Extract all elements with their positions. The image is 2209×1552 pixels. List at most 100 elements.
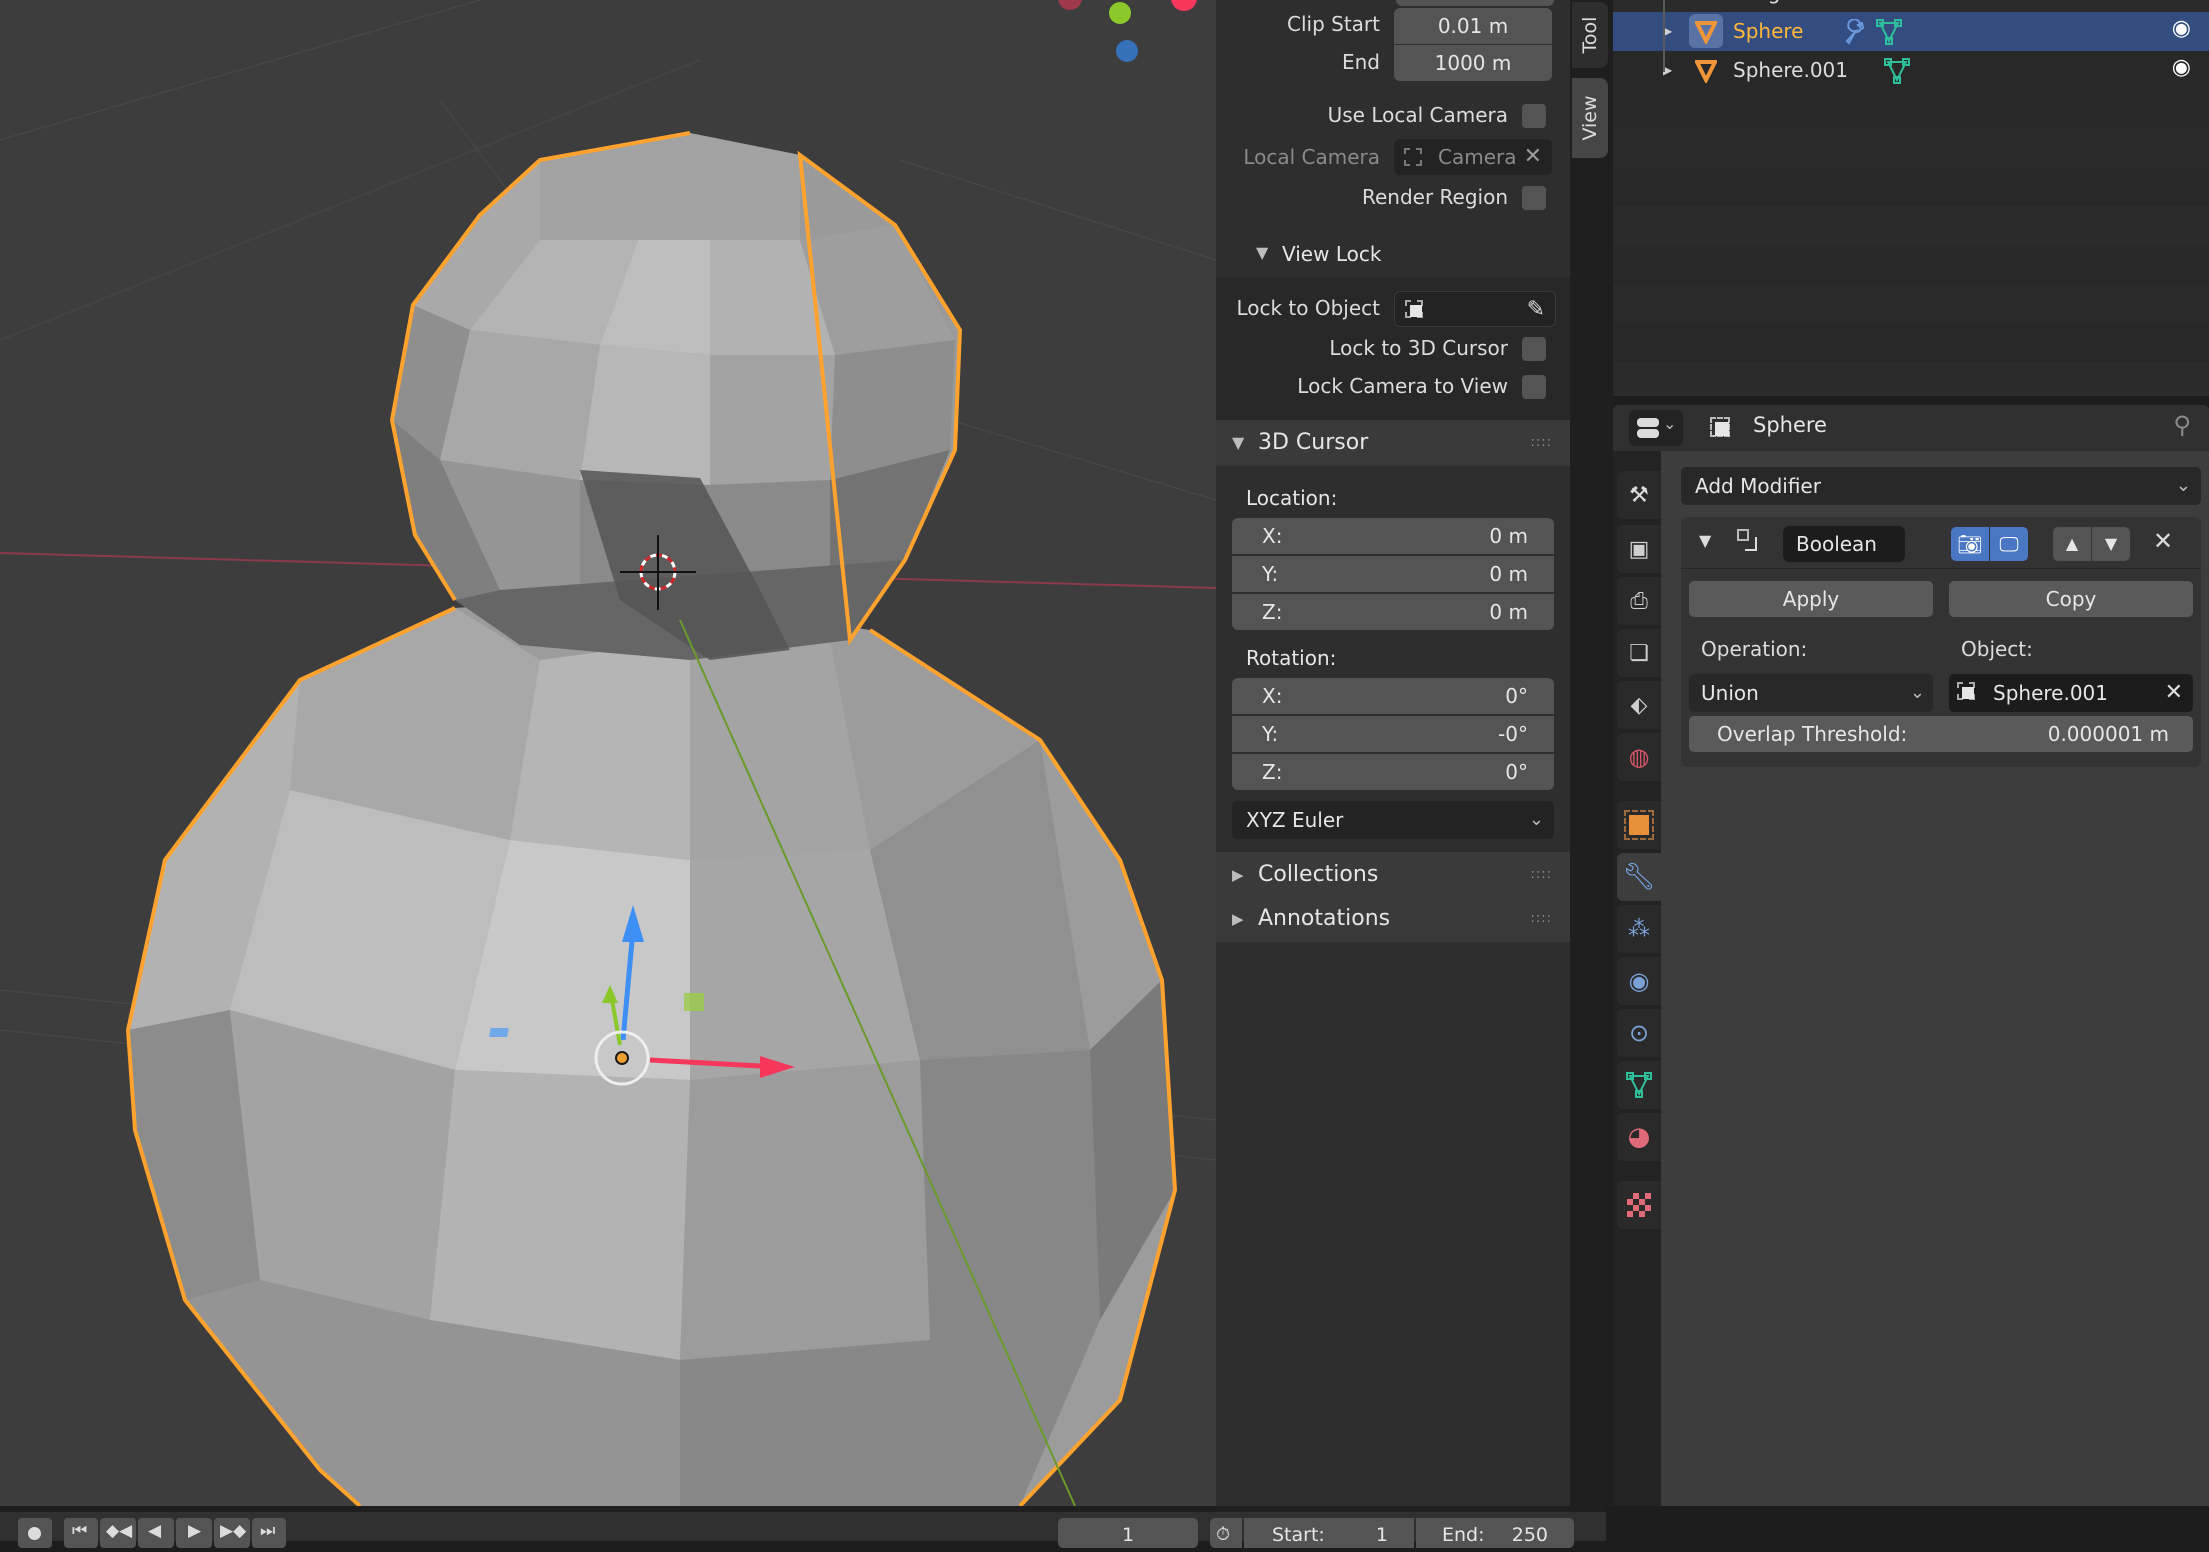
tab-material[interactable]: ◕	[1617, 1113, 1661, 1161]
collapse-triangle-icon[interactable]: ▼	[1699, 531, 1711, 550]
cursor-rotation-x[interactable]: X: 0°	[1232, 678, 1554, 714]
eyedropper-icon[interactable]: ✎	[1527, 292, 1545, 328]
render-region-checkbox[interactable]	[1522, 186, 1546, 210]
tab-world[interactable]: ◍	[1617, 733, 1661, 781]
modifier-name-field[interactable]: Boolean	[1783, 526, 1905, 562]
body-mesh[interactable]	[125, 595, 1178, 1506]
show-in-render-toggle[interactable]: 📷︎	[1951, 527, 1989, 561]
object-field[interactable]: Sphere.001 ✕	[1949, 674, 2193, 712]
overlap-threshold-value: 0.000001 m	[2047, 722, 2169, 746]
local-camera-field[interactable]: Camera ✕	[1394, 139, 1552, 175]
annotations-panel-header[interactable]: ▶ Annotations ::::	[1216, 896, 1570, 942]
copy-button[interactable]: Copy	[1949, 581, 2193, 617]
show-in-viewport-toggle[interactable]: 🖵︎	[1990, 527, 2028, 561]
lock-to-object-field[interactable]: ✎	[1394, 291, 1556, 327]
use-preview-range-toggle[interactable]: ⏱	[1210, 1518, 1242, 1548]
operation-dropdown[interactable]: Union ⌄	[1689, 674, 1933, 712]
tab-physics[interactable]: ◉	[1617, 957, 1661, 1005]
local-camera-value: Camera	[1438, 145, 1517, 169]
cursor-rotation-y[interactable]: Y: -0°	[1232, 716, 1554, 752]
material-icon: ◕	[1627, 1122, 1651, 1152]
jump-to-start-button[interactable]: ⏮	[64, 1518, 98, 1548]
cursor-location-y[interactable]: Y: 0 m	[1232, 556, 1554, 592]
clip-start-field[interactable]: 0.01 m	[1394, 8, 1552, 44]
cursor-location-x[interactable]: X: 0 m	[1232, 518, 1554, 554]
render-region-label: Render Region	[1361, 185, 1508, 209]
overlap-threshold-field[interactable]: Overlap Threshold: 0.000001 m	[1689, 716, 2193, 752]
clip-end-field[interactable]: 1000 m	[1394, 45, 1552, 81]
gizmo-plane-xz[interactable]	[684, 993, 704, 1011]
outliner: Light ▶ Sphere ◉ ▶ Sphere.001 ◉	[1613, 0, 2209, 396]
lock-to-object-label: Lock to Object	[1236, 296, 1380, 320]
drag-grip-icon[interactable]: ::::	[1530, 852, 1552, 898]
move-down-button[interactable]: ▼	[2092, 527, 2130, 561]
drag-grip-icon[interactable]: ::::	[1530, 896, 1552, 942]
add-modifier-dropdown[interactable]: Add Modifier ⌄	[1681, 467, 2201, 505]
clear-icon[interactable]: ✕	[1524, 139, 1542, 175]
tab-object[interactable]	[1617, 801, 1661, 849]
eye-visibility-icon[interactable]: ◉	[2172, 16, 2191, 41]
cursor-rotation-z[interactable]: Z: 0°	[1232, 754, 1554, 790]
tab-particles[interactable]: ⁂	[1617, 905, 1661, 953]
rotation-mode-dropdown[interactable]: XYZ Euler ⌄	[1232, 801, 1554, 839]
tab-modifiers[interactable]: 🔧︎	[1617, 853, 1661, 901]
physics-icon: ◉	[1628, 967, 1650, 995]
boolean-modifier-panel: ▼ Boolean 📷︎ 🖵︎ ▲ ▼ ✕ Apply Copy Operati…	[1681, 517, 2201, 767]
tab-tool-settings[interactable]: ⚒	[1617, 471, 1661, 519]
current-frame-field[interactable]: 1	[1058, 1518, 1198, 1548]
tab-constraints[interactable]: ⊙	[1617, 1009, 1661, 1057]
tab-tool[interactable]: Tool	[1572, 2, 1608, 68]
start-frame-field[interactable]: Start: 1	[1244, 1518, 1414, 1548]
outliner-row-sphere[interactable]: ▶ Sphere ◉	[1613, 12, 2209, 51]
editor-type-dropdown[interactable]: ⌄	[1629, 410, 1683, 446]
tab-view[interactable]: View	[1572, 78, 1608, 158]
prev-keyframe-button[interactable]: ◆◀	[100, 1518, 136, 1548]
play-reverse-button[interactable]: ◀	[138, 1518, 174, 1548]
nav-gizmo-neg-x[interactable]	[1058, 0, 1082, 10]
gizmo-plane-xy[interactable]	[489, 1028, 509, 1037]
remove-modifier-icon[interactable]: ✕	[2153, 527, 2173, 555]
navigation-gizmo[interactable]	[1058, 0, 1197, 62]
nav-gizmo-x[interactable]	[1171, 0, 1197, 11]
3d-cursor-panel-header[interactable]: ▼ 3D Cursor ::::	[1216, 420, 1570, 466]
drag-grip-icon[interactable]: ::::	[1530, 420, 1552, 466]
tab-view-layer[interactable]: ❏	[1617, 629, 1661, 677]
mesh-data-icon[interactable]	[1875, 18, 1903, 46]
outliner-row-sphere-001[interactable]: ▶ Sphere.001 ◉	[1613, 51, 2209, 90]
move-up-button[interactable]: ▲	[2053, 527, 2091, 561]
record-button[interactable]	[18, 1518, 52, 1548]
use-local-camera-checkbox[interactable]	[1522, 104, 1546, 128]
collections-panel-header[interactable]: ▶ Collections ::::	[1216, 852, 1570, 898]
tab-texture[interactable]	[1617, 1181, 1661, 1229]
outliner-row-light[interactable]: Light	[1613, 0, 2209, 12]
lock-camera-to-view-checkbox[interactable]	[1522, 375, 1546, 399]
object-icon	[1710, 417, 1730, 437]
next-keyframe-button[interactable]: ▶◆	[214, 1518, 250, 1548]
axis-label: Z:	[1262, 760, 1283, 784]
tab-output[interactable]: ⎙	[1617, 577, 1661, 625]
tab-data[interactable]	[1617, 1061, 1661, 1109]
tab-scene[interactable]: ⬖	[1617, 681, 1661, 729]
view-lock-header[interactable]: ▼ View Lock	[1216, 235, 1570, 277]
head-mesh[interactable]	[389, 131, 963, 660]
3d-viewport[interactable]	[0, 0, 1216, 1506]
chevron-down-icon: ⌄	[1909, 682, 1925, 703]
apply-button[interactable]: Apply	[1689, 581, 1933, 617]
play-button[interactable]: ▶	[176, 1518, 212, 1548]
cursor-location-z[interactable]: Z: 0 m	[1232, 594, 1554, 630]
collections-title: Collections	[1258, 862, 1379, 887]
wrench-modifier-icon[interactable]	[1841, 19, 1867, 45]
eye-visibility-icon[interactable]: ◉	[2172, 55, 2191, 80]
pin-icon[interactable]: ⚲	[2173, 411, 2191, 439]
prev-keyframe-icon: ◆◀	[106, 1521, 133, 1541]
clear-icon[interactable]: ✕	[2165, 674, 2183, 712]
lock-to-3d-cursor-checkbox[interactable]	[1522, 337, 1546, 361]
mesh-data-icon[interactable]	[1883, 57, 1911, 85]
outliner-empty-row	[1613, 362, 2209, 396]
nav-gizmo-z[interactable]	[1116, 40, 1138, 62]
jump-to-end-button[interactable]: ⏭	[252, 1518, 286, 1548]
tab-render[interactable]: ▣	[1617, 525, 1661, 573]
nav-gizmo-y[interactable]	[1109, 2, 1131, 24]
axis-value: 0 m	[1489, 562, 1528, 586]
end-frame-field[interactable]: End: 250	[1416, 1518, 1574, 1548]
